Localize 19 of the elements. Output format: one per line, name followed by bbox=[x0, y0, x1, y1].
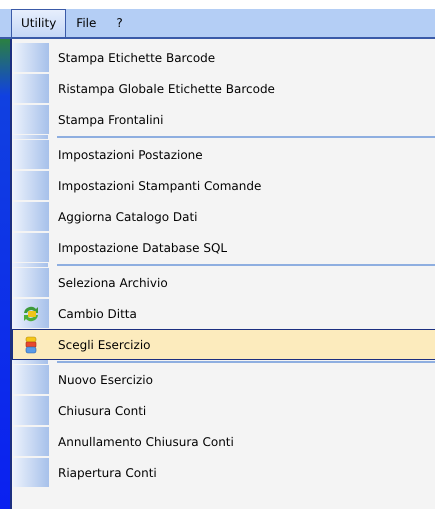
database-icon bbox=[25, 336, 37, 354]
menu-item[interactable]: Stampa Etichette Barcode bbox=[12, 42, 435, 73]
menu-item[interactable]: Nuovo Esercizio bbox=[12, 364, 435, 395]
menu-item[interactable]: Aggiorna Catalogo Dati bbox=[12, 201, 435, 232]
menu-item[interactable]: Stampa Frontalini bbox=[12, 104, 435, 135]
menu-item[interactable]: Scegli Esercizio bbox=[12, 329, 435, 360]
menu-item[interactable]: Impostazione Database SQL bbox=[12, 232, 435, 263]
menu-item[interactable]: Impostazioni Stampanti Comande bbox=[12, 170, 435, 201]
menu-item[interactable]: Riapertura Conti bbox=[12, 457, 435, 488]
menu-item[interactable]: Cambio Ditta bbox=[12, 298, 435, 329]
menu-item[interactable]: Seleziona Archivio bbox=[12, 267, 435, 298]
swap-arrows-icon bbox=[22, 304, 40, 322]
menu-bar-item[interactable]: ? bbox=[106, 9, 133, 37]
menu-item[interactable]: Ristampa Globale Etichette Barcode bbox=[12, 73, 435, 104]
menu-item[interactable]: Annullamento Chiusura Conti bbox=[12, 426, 435, 457]
menu-bar-item[interactable]: File bbox=[66, 9, 106, 37]
menu-bar-item[interactable]: Utility bbox=[11, 9, 66, 37]
menu-item[interactable]: Chiusura Conti bbox=[12, 395, 435, 426]
menu-item[interactable]: Impostazioni Postazione bbox=[12, 139, 435, 170]
